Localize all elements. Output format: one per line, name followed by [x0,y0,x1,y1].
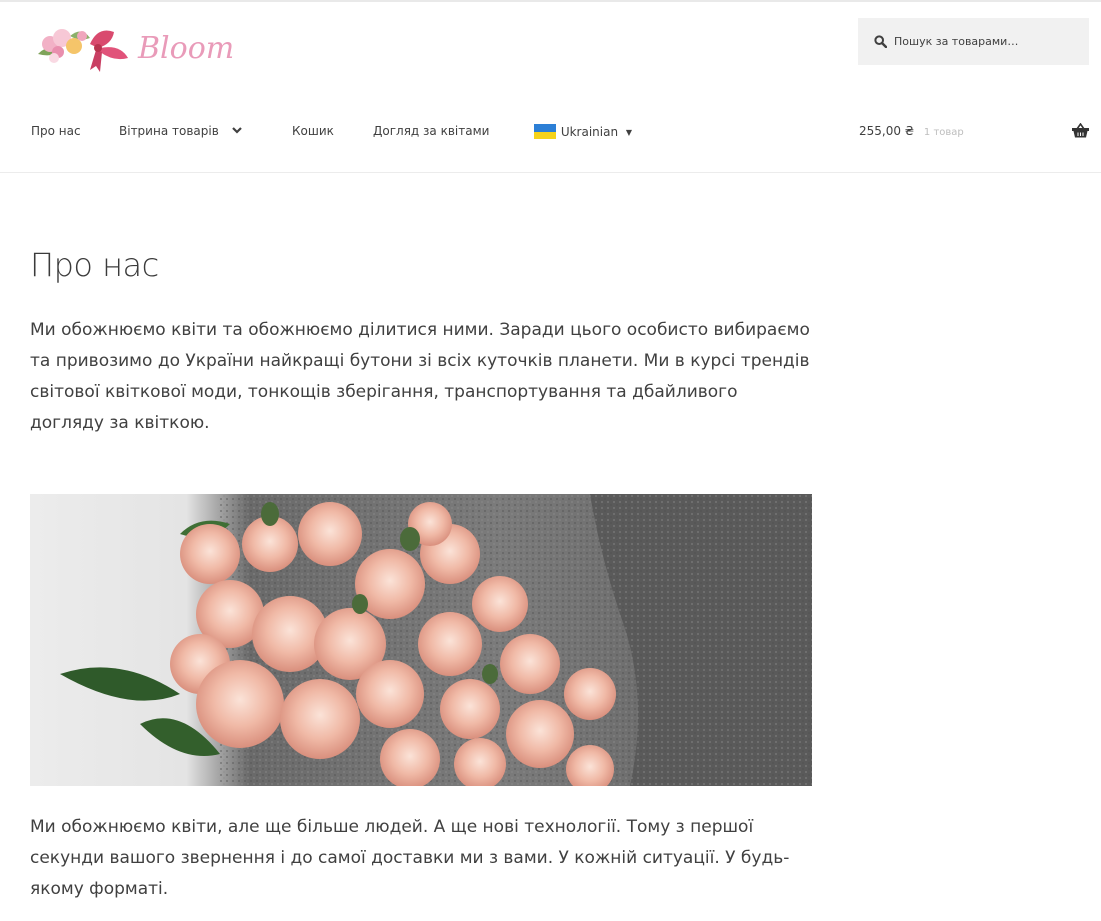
nav-item-shop-label: Вітрина товарів [119,124,219,138]
flower-bouquet-icon [38,29,90,63]
basket-icon[interactable] [1072,123,1089,138]
site-logo[interactable]: Bloom [30,14,260,74]
cart-amount: 255,00 ₴ [859,124,915,138]
search-input[interactable] [894,35,1074,48]
nav-item-cart[interactable]: Кошик [292,124,334,138]
chevron-down-icon[interactable] [231,124,243,136]
top-border [0,0,1101,2]
cart-summary[interactable]: 255,00 ₴ 1 товар [859,124,964,138]
nav-item-shop[interactable]: Вітрина товарів [119,124,243,138]
header-divider [0,172,1101,173]
language-label: Ukrainian [560,125,619,139]
search-icon [874,35,887,48]
language-switcher[interactable]: Ukrainian ▼ [534,124,632,139]
intro-paragraph: Ми обожнюємо квіти та обожнюємо ділитися… [30,320,810,433]
brand-name: Bloom [137,31,234,66]
page-title: Про нас [30,246,159,284]
ukraine-flag-icon [534,124,556,139]
nav-item-flower-care[interactable]: Догляд за квітами [373,124,489,138]
ribbon-bow-icon [90,30,128,72]
hero-image-roses [30,494,812,786]
product-search[interactable] [858,18,1089,65]
nav-item-about[interactable]: Про нас [31,124,81,138]
cart-item-count: 1 товар [923,127,964,138]
caret-down-icon: ▼ [625,128,633,137]
second-paragraph: Ми обожнюємо квіти, але ще більше людей.… [30,817,790,899]
